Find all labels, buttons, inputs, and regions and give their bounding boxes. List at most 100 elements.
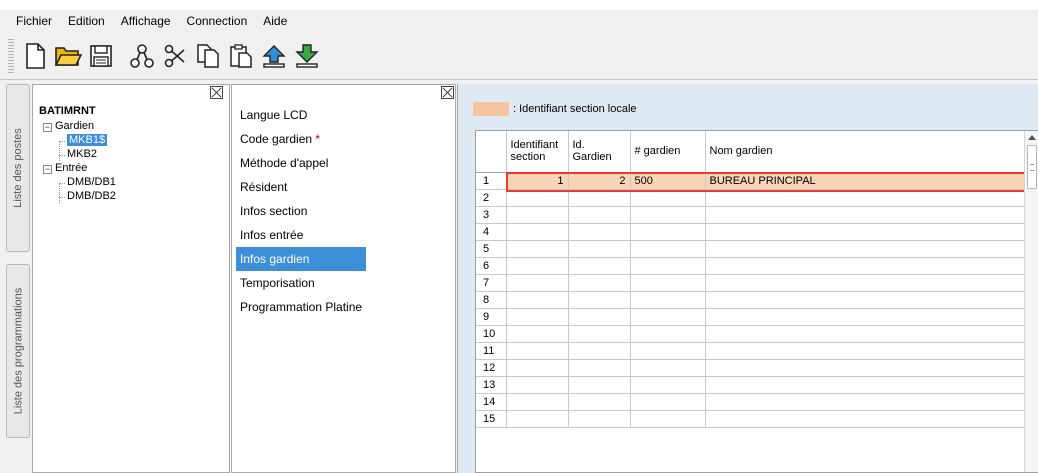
table-row[interactable]: 3 (476, 206, 1025, 224)
download-button[interactable] (292, 39, 322, 73)
table-cell[interactable] (506, 291, 569, 309)
table-row[interactable]: 2 (476, 189, 1025, 207)
toolbar-grip[interactable] (8, 38, 14, 73)
table-cell[interactable] (568, 189, 631, 207)
tab-liste-des-postes[interactable]: Liste des postes (6, 84, 30, 252)
table-cell[interactable] (506, 376, 569, 394)
paste-button[interactable] (226, 39, 256, 73)
table-cell[interactable] (568, 291, 631, 309)
table-cell[interactable] (630, 410, 706, 428)
table-cell[interactable] (568, 359, 631, 377)
scrollbar-thumb[interactable] (1027, 145, 1037, 189)
table-cell[interactable] (630, 240, 706, 258)
table-row[interactable]: 11 (476, 342, 1025, 360)
menu-item-langue-lcd[interactable]: Langue LCD (236, 103, 366, 127)
table-cell[interactable] (568, 325, 631, 343)
cut-button[interactable] (160, 39, 190, 73)
menu-item-methode-appel[interactable]: Méthode d'appel (236, 151, 366, 175)
table-row[interactable]: 6 (476, 257, 1025, 275)
table-cell[interactable] (705, 376, 1025, 394)
table-cell[interactable] (705, 291, 1025, 309)
table-cell[interactable] (568, 223, 631, 241)
table-row[interactable]: 14 (476, 393, 1025, 411)
menu-edition[interactable]: Edition (60, 14, 113, 28)
table-cell[interactable] (568, 308, 631, 326)
table-cell[interactable] (630, 291, 706, 309)
table-cell[interactable] (705, 342, 1025, 360)
table-row[interactable]: 1 1 2 500 BUREAU PRINCIPAL (476, 172, 1025, 190)
table-cell[interactable] (705, 240, 1025, 258)
save-button[interactable] (86, 39, 116, 73)
table-cell[interactable] (568, 206, 631, 224)
table-row[interactable]: 15 (476, 410, 1025, 428)
table-cell[interactable] (568, 274, 631, 292)
table-cell[interactable] (506, 325, 569, 343)
table-cell[interactable] (506, 393, 569, 411)
menu-aide[interactable]: Aide (255, 14, 295, 28)
menu-item-infos-section[interactable]: Infos section (236, 199, 366, 223)
table-cell[interactable] (568, 257, 631, 275)
table-row[interactable]: 5 (476, 240, 1025, 258)
open-button[interactable] (53, 39, 83, 73)
column-header-nom-gardien[interactable]: Nom gardien (705, 131, 1025, 173)
table-cell[interactable] (705, 257, 1025, 275)
tree-leaf-dmb-db1[interactable]: DMB/DB1 (39, 175, 116, 189)
table-cell[interactable] (568, 393, 631, 411)
table-cell[interactable] (705, 206, 1025, 224)
column-header-identifiant-section[interactable]: Identifiant section (506, 131, 569, 173)
table-cell[interactable] (568, 240, 631, 258)
table-cell[interactable] (630, 325, 706, 343)
menu-connection[interactable]: Connection (179, 14, 256, 28)
tab-liste-des-programmations[interactable]: Liste des programmations (6, 264, 30, 438)
tree-leaf-dmb-db2[interactable]: DMB/DB2 (39, 189, 116, 203)
close-icon[interactable] (210, 86, 223, 99)
tree-node-entree[interactable]: − Entrée (39, 161, 116, 175)
cell-num-gardien[interactable]: 500 (630, 172, 706, 190)
menu-fichier[interactable]: Fichier (8, 14, 60, 28)
table-cell[interactable] (705, 274, 1025, 292)
table-cell[interactable] (506, 240, 569, 258)
column-header-id-gardien[interactable]: Id. Gardien (568, 131, 631, 173)
table-cell[interactable] (705, 325, 1025, 343)
column-header-num-gardien[interactable]: # gardien (630, 131, 706, 173)
table-cell[interactable] (506, 223, 569, 241)
collapse-icon[interactable]: − (43, 123, 52, 132)
menu-item-infos-entree[interactable]: Infos entrée (236, 223, 366, 247)
table-row[interactable]: 8 (476, 291, 1025, 309)
menu-affichage[interactable]: Affichage (113, 14, 179, 28)
table-row[interactable]: 4 (476, 223, 1025, 241)
cell-nom-gardien[interactable]: BUREAU PRINCIPAL (705, 172, 1025, 190)
table-cell[interactable] (506, 410, 569, 428)
table-cell[interactable] (506, 274, 569, 292)
table-cell[interactable] (506, 342, 569, 360)
table-cell[interactable] (630, 189, 706, 207)
table-row[interactable]: 12 (476, 359, 1025, 377)
table-cell[interactable] (506, 359, 569, 377)
table-cell[interactable] (506, 189, 569, 207)
table-cell[interactable] (705, 410, 1025, 428)
table-cell[interactable] (705, 308, 1025, 326)
new-file-button[interactable] (20, 39, 50, 73)
close-icon[interactable] (441, 86, 454, 99)
cell-identifiant-section[interactable]: 1 (506, 172, 569, 190)
table-cell[interactable] (630, 223, 706, 241)
collapse-icon[interactable]: − (43, 165, 52, 174)
table-cell[interactable] (568, 342, 631, 360)
table-cell[interactable] (630, 257, 706, 275)
table-row[interactable]: 9 (476, 308, 1025, 326)
table-cell[interactable] (506, 257, 569, 275)
table-cell[interactable] (630, 393, 706, 411)
table-cell[interactable] (630, 376, 706, 394)
menu-item-infos-gardien[interactable]: Infos gardien (236, 247, 367, 271)
table-cell[interactable] (630, 206, 706, 224)
scroll-up-icon[interactable] (1028, 135, 1036, 140)
menu-item-code-gardien[interactable]: Code gardien * (236, 127, 366, 151)
table-row[interactable]: 7 (476, 274, 1025, 292)
table-cell[interactable] (630, 308, 706, 326)
table-cell[interactable] (705, 393, 1025, 411)
table-cell[interactable] (630, 274, 706, 292)
menu-item-temporisation[interactable]: Temporisation (236, 271, 366, 295)
tree-node-gardien[interactable]: − Gardien (39, 119, 116, 133)
table-cell[interactable] (568, 410, 631, 428)
connect-button[interactable] (127, 39, 157, 73)
